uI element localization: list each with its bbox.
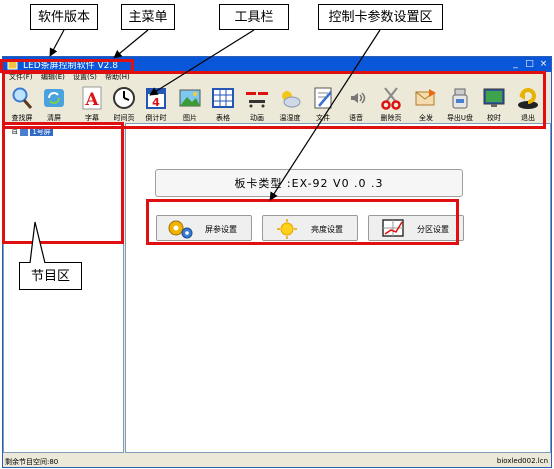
status-filename: bioxled002.lcn [496, 457, 548, 465]
highlight-menu-toolbar [2, 71, 546, 129]
callout-program-area: 节目区 [19, 262, 82, 290]
callout-control-card-area: 控制卡参数设置区 [318, 4, 443, 30]
minimize-button[interactable]: _ [510, 59, 521, 70]
maximize-button[interactable]: □ [524, 59, 535, 70]
close-button[interactable]: × [538, 59, 549, 70]
highlight-control-card-area [146, 199, 459, 245]
callout-toolbar: 工具栏 [219, 4, 289, 30]
status-remaining-space: 剩余节目空间:80 [5, 458, 59, 466]
arrow-software-version [49, 29, 65, 57]
callout-main-menu: 主菜单 [121, 4, 175, 30]
highlight-program-area [2, 122, 124, 244]
control-card-panel: 板卡类型 :EX-92 V0 .0 .3 屏参设置 亮度设置 分区设置 [125, 123, 551, 453]
board-type-label: 板卡类型 :EX-92 V0 .0 .3 [155, 169, 463, 197]
status-bar: 剩余节目空间:80 bioxled002.lcn [3, 455, 551, 467]
callout-software-version: 软件版本 [30, 4, 98, 30]
arrow-main-menu [113, 29, 149, 59]
